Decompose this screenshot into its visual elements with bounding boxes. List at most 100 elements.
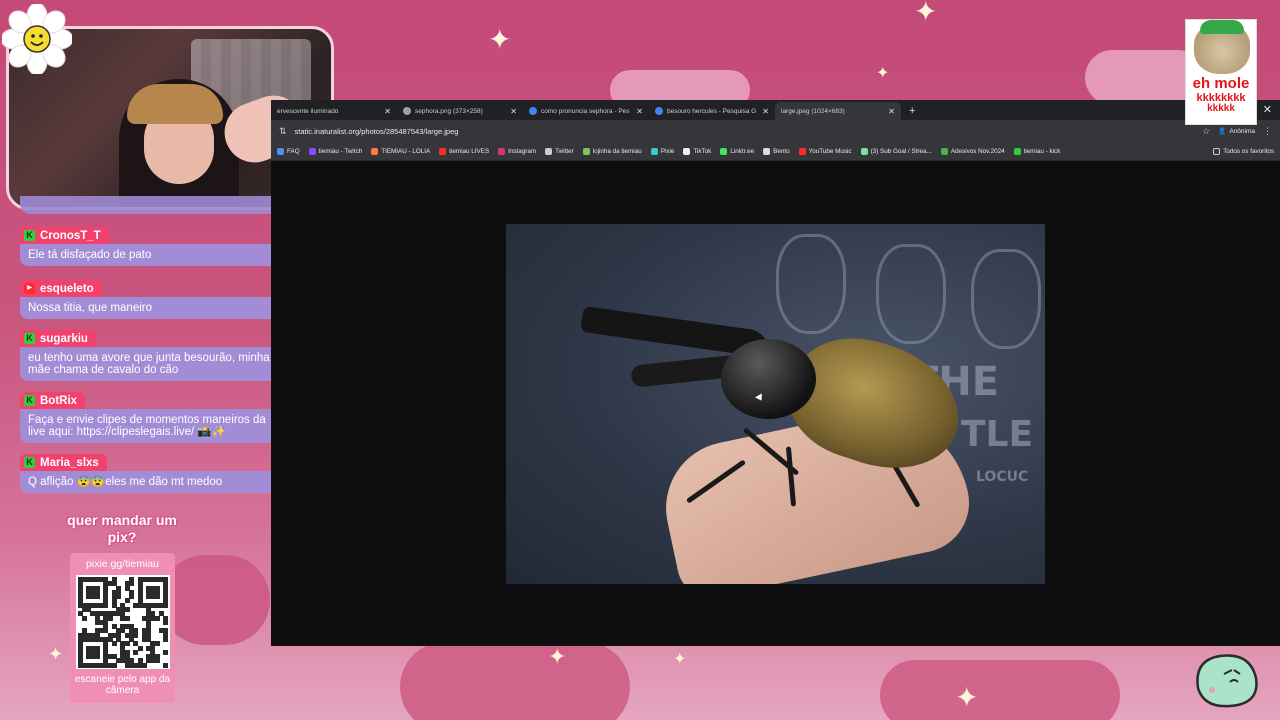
bookmark-item[interactable]: tiemiau - kick	[1013, 147, 1060, 155]
browser-tab-active[interactable]: large.jpeg (1024×683) ✕	[775, 102, 901, 120]
chat-text: Ele tá disfaçado de pato	[20, 244, 290, 266]
shirt-beetle-print	[776, 234, 846, 334]
sparkle-icon: ✦	[673, 651, 687, 668]
bookmark-item[interactable]: Twitter	[545, 147, 574, 155]
site-info-icon[interactable]: ⇅	[279, 126, 287, 137]
google-icon	[655, 107, 663, 115]
chat-text: Q aflição 😨😨eles me dão mt medoo	[20, 471, 290, 493]
kick-icon: K	[24, 230, 35, 241]
incognito-icon: 👤	[1218, 128, 1227, 135]
bookmark-item[interactable]: TIEMIAU - LOLIA	[371, 147, 430, 155]
close-tab-icon[interactable]: ✕	[510, 107, 517, 116]
bookmark-item[interactable]: Instagram	[498, 147, 536, 155]
bookmark-item[interactable]: YouTube Music	[798, 147, 852, 155]
meme-text: kkkkk	[1207, 103, 1235, 114]
cloud-decoration	[400, 642, 630, 720]
cloud-decoration	[160, 555, 270, 645]
browser-window: ervescente iluminado ✕ sephora.png (373×2…	[271, 100, 1280, 646]
bookmark-favicon-icon	[1013, 147, 1021, 155]
bookmark-favicon-icon	[277, 147, 284, 155]
chat-username: K BotRix	[20, 392, 86, 409]
bookmark-item[interactable]: tiemiau - Twitch	[308, 147, 362, 155]
bookmark-favicon-icon	[308, 147, 316, 155]
chat-username: Ksugarkiu	[20, 330, 96, 347]
all-bookmarks-button[interactable]: Todos os favoritos	[1213, 147, 1274, 155]
bookmark-favicon-icon	[860, 147, 868, 155]
folder-icon	[1213, 147, 1221, 155]
chat-message: K CronosT_T Ele tá disfaçado de pato	[20, 225, 292, 266]
chat-text: Faça e envie clipes de momentos maneiros…	[20, 409, 290, 443]
star-icon[interactable]: ☆	[1202, 126, 1210, 137]
frog-hat	[1200, 20, 1244, 34]
bear-hat	[127, 84, 223, 124]
bookmark-favicon-icon	[498, 147, 506, 155]
shirt-text: TLE	[961, 414, 1034, 455]
close-tab-icon[interactable]: ✕	[636, 107, 643, 116]
bookmark-item[interactable]: lojinha da tiemiau	[582, 147, 642, 155]
bookmark-item[interactable]: Pixie	[650, 147, 674, 155]
pix-url: pixie.gg/tiemiau	[86, 558, 159, 570]
chat-partial-message	[20, 196, 290, 214]
close-tab-icon[interactable]: ✕	[888, 107, 895, 116]
chat-message: ▶ esqueleto Nossa titia, que maneiro	[20, 276, 292, 319]
close-tab-icon[interactable]: ✕	[384, 107, 391, 116]
chat-message: K BotRix Faça e envie clipes de momentos …	[20, 390, 292, 443]
browser-tab[interactable]: sephora.png (373×258) ✕	[397, 102, 523, 120]
bookmark-item[interactable]: Adesivos Nov.2024	[940, 147, 1005, 155]
chat-username: K Maria_slxs	[20, 454, 107, 471]
mascot-icon	[1196, 654, 1258, 708]
bookmark-item[interactable]: FAQ	[277, 147, 300, 155]
menu-icon[interactable]: ⋮	[1263, 126, 1272, 137]
sparkle-icon: ✦	[914, 0, 938, 27]
bookmark-favicon-icon	[763, 147, 771, 155]
kick-icon: K	[24, 333, 35, 344]
favicon-icon	[403, 107, 411, 115]
cloud-decoration	[880, 660, 1120, 720]
close-tab-icon[interactable]: ✕	[762, 107, 769, 116]
bookmark-item[interactable]: tiemiau LIVES	[439, 147, 489, 155]
bookmark-item[interactable]: Bento	[763, 147, 790, 155]
profile-button[interactable]: 👤 Anônima	[1218, 127, 1255, 136]
qr-code[interactable]	[75, 575, 170, 669]
bookmark-item[interactable]: TikTok	[683, 147, 711, 155]
bookmark-favicon-icon	[683, 147, 691, 155]
pix-title: quer mandar um pix?	[67, 512, 177, 545]
meme-text: eh mole	[1192, 75, 1250, 92]
sparkle-icon: ✦	[48, 644, 64, 664]
youtube-icon: ▶	[24, 283, 35, 294]
bookmark-item[interactable]: (3) Sub Goal / Strea...	[860, 147, 932, 155]
shirt-beetle-print	[876, 244, 946, 344]
bookmark-item[interactable]: Linktr.ee	[720, 147, 754, 155]
kick-icon: K	[24, 457, 35, 468]
bookmark-favicon-icon	[650, 147, 658, 155]
browser-tab[interactable]: como pronuncia sephora - Pes ✕	[523, 102, 649, 120]
url-field[interactable]: static.inaturalist.org/photos/285487543/…	[295, 127, 1195, 136]
bookmark-favicon-icon	[439, 147, 447, 155]
chat-message: K Maria_slxs Q aflição 😨😨eles me dão mt m…	[20, 452, 292, 493]
address-bar: ⇅ static.inaturalist.org/photos/28548754…	[271, 120, 1280, 142]
beetle-photo: THE TLE LOCUC	[506, 224, 1045, 584]
bookmark-favicon-icon	[371, 147, 379, 155]
new-tab-button[interactable]: +	[901, 102, 923, 120]
browser-tab[interactable]: ervescente iluminado ✕	[271, 102, 397, 120]
browser-tab[interactable]: besouro hercules - Pesquisa G ✕	[649, 102, 775, 120]
sparkle-icon: ✦	[876, 65, 890, 82]
chat-username: ▶ esqueleto	[20, 280, 102, 297]
pix-scan-text: escaneie pelo app da câmera	[74, 674, 171, 696]
close-window-button[interactable]: ✕	[1263, 103, 1272, 116]
google-icon	[529, 107, 537, 115]
shirt-text: LOCUC	[976, 469, 1029, 485]
bookmark-favicon-icon	[720, 147, 728, 155]
tab-bar: ervescente iluminado ✕ sephora.png (373×2…	[271, 100, 1280, 120]
bookmarks-bar: FAQ tiemiau - Twitch TIEMIAU - LOLIA tiemia…	[271, 142, 1280, 161]
bookmark-favicon-icon	[545, 147, 553, 155]
sparkle-icon: ✦	[955, 682, 979, 713]
meme-sticker: eh mole kkkkkkkk kkkkk	[1185, 19, 1257, 125]
bookmark-favicon-icon	[582, 147, 590, 155]
sparkle-icon: ✦	[548, 644, 567, 669]
chat-text: eu tenho uma avore que junta besourão, m…	[20, 347, 290, 381]
bookmark-favicon-icon	[798, 147, 806, 155]
chat-text: Nossa titia, que maneiro	[20, 297, 290, 319]
shirt-beetle-print	[971, 249, 1041, 349]
sparkle-icon: ✦	[488, 24, 512, 55]
